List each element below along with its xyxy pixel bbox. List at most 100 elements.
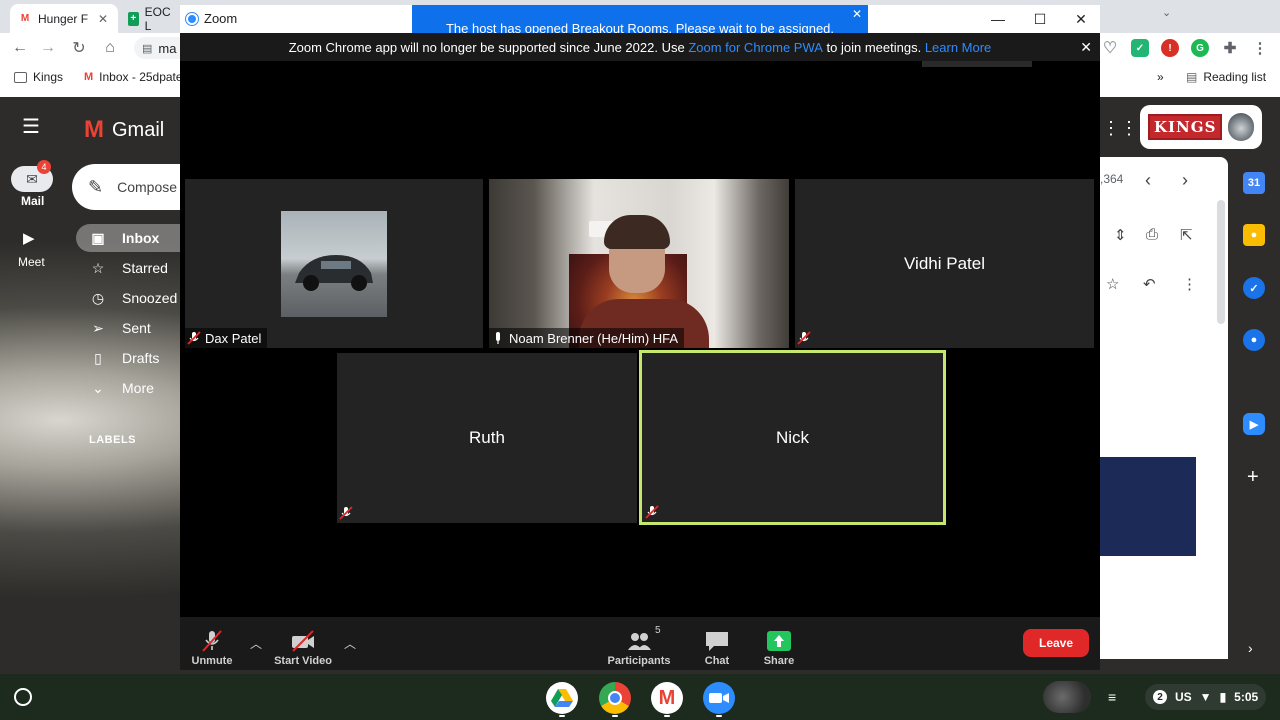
pwa-link[interactable]: Zoom for Chrome PWA	[688, 40, 823, 55]
status-tray[interactable]: 2 US ▼ ▮ 5:05	[1145, 684, 1267, 710]
close-tab-icon[interactable]: ✕	[98, 12, 108, 26]
tab-gmail[interactable]: M Hunger F ✕	[10, 4, 118, 33]
pencil-icon: ✎	[88, 176, 104, 197]
muted-mic-icon	[645, 505, 659, 519]
zoom-addon-icon[interactable]: ▶	[1243, 413, 1265, 435]
more-vert-icon[interactable]: ⋮	[1182, 275, 1197, 293]
drive-icon[interactable]	[546, 682, 578, 714]
leave-button[interactable]: Leave	[1023, 629, 1089, 657]
calendar-icon[interactable]: 31	[1243, 172, 1265, 194]
nav-sent[interactable]: ➢ Sent	[76, 314, 180, 342]
chrome-menu-icon[interactable]: ⋮	[1251, 39, 1269, 57]
gmail-logo[interactable]: M Gmail	[84, 116, 164, 144]
nav-snoozed[interactable]: ◷ Snoozed	[76, 284, 180, 312]
breakout-notification: The host has opened Breakout Rooms. Plea…	[412, 5, 868, 33]
clipboard-icon[interactable]: ≡	[1108, 689, 1116, 705]
bookmark-inbox[interactable]: M Inbox - 25dpate	[84, 70, 183, 84]
mail-unread-badge: 4	[37, 160, 51, 174]
compose-button[interactable]: ✎ Compose	[72, 164, 192, 210]
tab-search-icon[interactable]: ⌄	[1162, 6, 1171, 19]
tile-name-bar	[795, 328, 817, 348]
reading-list-button[interactable]: ▤ Reading list	[1186, 70, 1266, 84]
close-icon[interactable]: ✕	[1061, 9, 1101, 29]
print-icon[interactable]: ⎙	[1146, 226, 1158, 243]
video-options-caret-icon[interactable]: ︿	[344, 635, 356, 652]
audio-options-caret-icon[interactable]: ︿	[250, 635, 262, 652]
gmail-icon[interactable]: M	[651, 682, 683, 714]
tile-name-bar	[337, 503, 359, 523]
share-button[interactable]: Share	[760, 623, 798, 667]
back-icon[interactable]: ←	[9, 33, 31, 63]
muted-mic-icon	[202, 630, 222, 652]
tab-sheets[interactable]: + EOC L	[120, 4, 180, 33]
reading-list-icon: ▤	[1186, 70, 1198, 84]
extension-red-icon[interactable]: !	[1161, 39, 1179, 57]
mail-icon: ✉	[26, 170, 38, 187]
chat-button[interactable]: Chat	[700, 623, 734, 667]
tasks-icon[interactable]: ✓	[1243, 277, 1265, 299]
close-icon[interactable]: ✕	[852, 7, 862, 21]
minimize-icon[interactable]: —	[978, 9, 1018, 29]
holding-space-thumbnail[interactable]	[1043, 681, 1091, 713]
gmail-icon: M	[84, 116, 104, 143]
participants-button[interactable]: Participants	[606, 623, 672, 667]
participant-tile[interactable]: Ruth	[337, 353, 637, 523]
bookmarks-overflow-button[interactable]: »	[1157, 70, 1164, 84]
participant-tile[interactable]: Dax Patel	[185, 179, 483, 348]
keep-icon[interactable]: ●	[1243, 224, 1265, 246]
start-video-button[interactable]: Start Video	[272, 623, 334, 667]
reload-icon[interactable]: ↻	[68, 33, 90, 63]
reply-icon[interactable]: ↶	[1143, 275, 1156, 293]
participant-tile-active[interactable]: Nick	[639, 350, 946, 525]
muted-mic-icon	[339, 506, 353, 520]
maximize-icon[interactable]: ☐	[1020, 9, 1060, 29]
star-icon[interactable]: ☆	[1106, 275, 1119, 293]
chevron-left-icon[interactable]: ‹	[1145, 170, 1151, 191]
forward-icon[interactable]: →	[37, 33, 59, 63]
participants-label: Participants	[607, 655, 671, 667]
nav-label: Starred	[122, 260, 168, 276]
unmute-button[interactable]: Unmute	[190, 623, 234, 667]
nav-inbox[interactable]: ▣ Inbox	[76, 224, 180, 252]
video-camera-icon[interactable]: ▶	[23, 229, 35, 247]
home-icon[interactable]: ⌂	[99, 33, 121, 63]
chevron-right-icon[interactable]: ›	[1248, 640, 1253, 656]
draft-icon: ▯	[94, 349, 102, 366]
expand-icon[interactable]: ⇕	[1114, 226, 1127, 244]
start-video-label: Start Video	[274, 655, 332, 667]
extensions-puzzle-icon[interactable]: ✚	[1221, 39, 1239, 57]
reading-list-label: Reading list	[1203, 70, 1267, 84]
scrollbar[interactable]	[1217, 200, 1225, 324]
bookmark-kings[interactable]: Kings	[14, 70, 63, 84]
participants-icon	[628, 633, 651, 650]
chrome-icon[interactable]	[599, 682, 631, 714]
launcher-icon[interactable]	[14, 688, 32, 706]
nav-starred[interactable]: ☆ Starred	[76, 254, 180, 282]
participant-tile[interactable]: Vidhi Patel	[795, 179, 1094, 348]
nav-drafts[interactable]: ▯ Drafts	[76, 344, 180, 372]
extension-green-icon[interactable]: ✓	[1131, 39, 1149, 57]
tile-name-bar: Noam Brenner (He/Him) HFA	[489, 328, 685, 348]
participant-tile[interactable]: Noam Brenner (He/Him) HFA	[489, 179, 789, 348]
learn-more-link[interactable]: Learn More	[925, 40, 991, 55]
shield-icon[interactable]: ♡	[1101, 39, 1119, 57]
wifi-icon: ▼	[1199, 690, 1212, 704]
close-banner-icon[interactable]: ✕	[1080, 39, 1092, 56]
mic-icon	[491, 331, 505, 345]
keyboard-layout: US	[1175, 690, 1192, 704]
notification-count: 2	[1153, 690, 1167, 704]
share-label: Share	[763, 655, 795, 667]
contacts-icon[interactable]: ●	[1243, 329, 1265, 351]
add-addon-icon[interactable]: +	[1247, 466, 1259, 489]
running-indicator	[716, 715, 722, 717]
main-menu-icon[interactable]: ☰	[22, 117, 42, 137]
nav-label: Drafts	[122, 350, 160, 366]
zoom-icon[interactable]	[703, 682, 735, 714]
gmail-logo-text: Gmail	[112, 118, 165, 141]
open-new-window-icon[interactable]: ⇱	[1180, 226, 1193, 244]
participants-count: 5	[655, 625, 661, 636]
chevron-right-icon[interactable]: ›	[1182, 170, 1188, 191]
nav-more[interactable]: ⌄ More	[76, 374, 180, 402]
grammarly-icon[interactable]: G	[1191, 39, 1209, 57]
account-badge[interactable]: KINGS	[1140, 105, 1262, 149]
